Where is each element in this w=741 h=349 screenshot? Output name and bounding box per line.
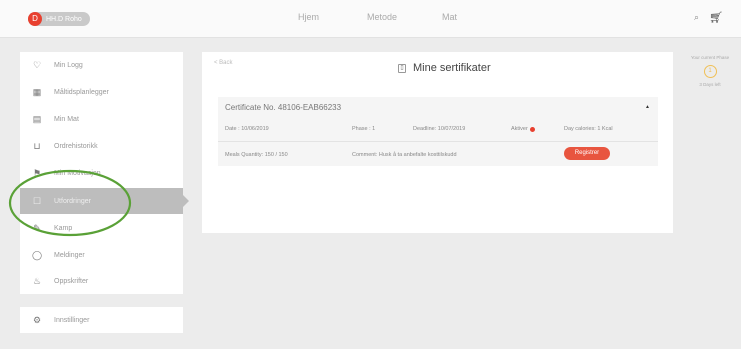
sidebar-item-label: Min Motivasjon [54, 169, 101, 177]
pencil-icon: ✎ [33, 222, 41, 233]
collapse-caret-icon[interactable]: ▲ [645, 104, 650, 110]
certificate-icon: ☐ [32, 195, 42, 206]
certificate-phase: Phase : 1 [352, 126, 376, 132]
phase-days-left: 3 Days left [699, 82, 721, 87]
sidebar-item-label: Utfordringer [54, 197, 91, 205]
certificate-date: Date : 10/06/2019 [225, 126, 269, 132]
sidebar-item-min-mat[interactable]: ▤ Min Mat [20, 106, 183, 132]
flag-icon: ⚑ [32, 167, 42, 178]
sidebar-item-label: Meldinger [54, 251, 85, 259]
sidebar-item-kamp[interactable]: ✎ Kamp [20, 215, 183, 241]
phase-number: 1 [703, 65, 717, 78]
phase-label: Your current Phase [690, 55, 730, 60]
nav-metode[interactable]: Metode [367, 12, 397, 22]
sidebar-item-meldinger[interactable]: ◯ Meldinger [20, 242, 183, 268]
nav-hjem[interactable]: Hjem [298, 12, 319, 22]
sidebar-item-utfordringer[interactable]: ☐ Utfordringer [20, 188, 189, 214]
certificate-card: Certificate No. 48106-EAB66233 ▲ Date : … [218, 97, 658, 166]
sidebar-item-ordrehistorikk[interactable]: ⊔ Ordrehistorikk [20, 133, 183, 159]
day-calories: Day calories: 1 Kcal [564, 126, 613, 132]
sidebar-item-label: Måltidsplanlegger [54, 88, 109, 96]
user-name: HH.D Roho [46, 15, 82, 23]
certificates-panel: < Back ▯ Mine sertifikater Certificate N… [202, 52, 673, 233]
status-dot-icon [529, 126, 535, 132]
gear-icon: ⚙ [32, 314, 42, 325]
sidebar: ♡ Min Logg ▦ Måltidsplanlegger ▤ Min Mat… [20, 52, 189, 294]
sidebar-item-label: Innstillinger [54, 316, 90, 324]
aktiver-status[interactable]: Aktiver [511, 126, 535, 132]
user-badge[interactable]: D HH.D Roho [28, 12, 90, 26]
aktiver-label: Aktiver [511, 126, 528, 132]
phase-panel: Your current Phase 1 3 Days left [686, 55, 734, 87]
avatar: D [28, 12, 42, 26]
sidebar-item-oppskrifter[interactable]: ♨ Oppskrifter [20, 268, 183, 294]
certificate-deadline: Deadline: 10/07/2019 [413, 126, 466, 132]
active-indicator [183, 195, 189, 207]
meals-quantity: Meals Quantity: 150 / 150 [225, 152, 288, 158]
sidebar-item-label: Oppskrifter [54, 277, 89, 285]
sidebar-item-maltidsplanlegger[interactable]: ▦ Måltidsplanlegger [20, 79, 183, 105]
sidebar-item-label: Kamp [54, 224, 73, 232]
back-link[interactable]: < Back [214, 60, 233, 66]
nav-mat[interactable]: Mat [442, 12, 457, 22]
search-icon[interactable]: ⌕ [694, 12, 699, 23]
certificate-icon: ▯ [398, 63, 406, 73]
chef-hat-icon: ♨ [32, 275, 42, 286]
sidebar-item-label: Min Mat [54, 115, 79, 123]
sidebar-item-label: Ordrehistorikk [54, 142, 98, 150]
cart-icon[interactable]: 🛒︎ [709, 11, 723, 24]
basket-icon: ⊔ [33, 140, 41, 151]
divider [218, 141, 658, 142]
register-button[interactable]: Registrer [564, 147, 610, 160]
heart-icon: ♡ [32, 59, 42, 70]
chat-icon: ◯ [31, 249, 43, 260]
sidebar-item-min-motivasjon[interactable]: ⚑ Min Motivasjon [20, 160, 183, 186]
sidebar-item-min-logg[interactable]: ♡ Min Logg [20, 52, 183, 78]
certificate-number[interactable]: Certificate No. 48106-EAB66233 [225, 103, 341, 112]
sidebar-item-innstillinger[interactable]: ⚙ Innstillinger [20, 307, 183, 333]
calendar-icon: ▦ [32, 86, 42, 97]
page-title: Mine sertifikater [413, 62, 491, 74]
top-bar: D HH.D Roho Hjem Metode Mat ⌕ 🛒︎ [0, 0, 741, 38]
sidebar-item-label: Min Logg [54, 61, 83, 69]
menu-icon: ▤ [32, 113, 42, 124]
certificate-comment: Comment: Husk å ta anbefalte kosttilskud… [352, 152, 457, 158]
